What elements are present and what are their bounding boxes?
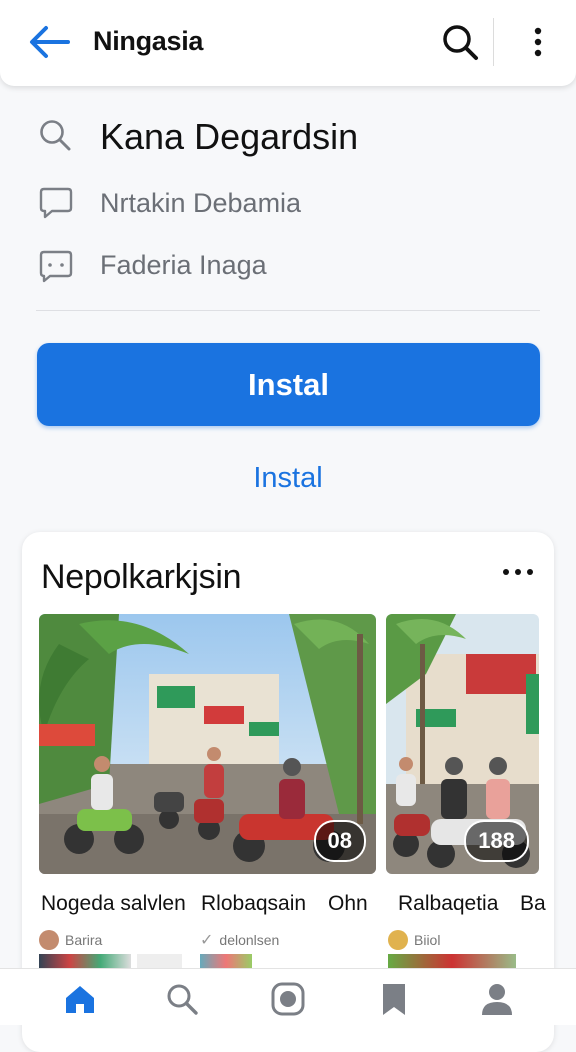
suggestion-label: Kana Degardsin: [100, 116, 359, 157]
meta-author: Barira: [65, 932, 103, 948]
nav-profile[interactable]: [477, 979, 517, 1019]
thumbnail-strip: [200, 954, 252, 968]
app-bar: Ningasia: [0, 0, 576, 86]
avatar: [39, 930, 59, 950]
nav-camera[interactable]: [268, 979, 308, 1019]
check-icon: ✓: [200, 932, 214, 949]
search-icon: [443, 25, 478, 60]
card-title: Nepolkarkjsin: [41, 558, 242, 596]
overflow-menu-button[interactable]: [520, 20, 556, 64]
media-caption[interactable]: Ba: [520, 892, 546, 916]
search-icon: [40, 120, 71, 151]
meta-author: delonlsen: [219, 932, 280, 948]
message-icon: [39, 250, 73, 283]
media-caption[interactable]: Rlobaqsain: [201, 892, 306, 916]
media-meta: Barira: [39, 930, 102, 950]
media-count-badge: 188: [464, 820, 529, 862]
home-icon: [66, 986, 94, 1013]
divider: [36, 310, 540, 311]
bottom-navigation: [0, 968, 576, 1025]
arrow-left-icon: [30, 26, 70, 58]
install-link[interactable]: Instal: [0, 462, 576, 495]
meta-author: Biiol: [414, 932, 441, 948]
more-horizontal-icon: [503, 569, 533, 575]
nav-home[interactable]: [60, 979, 100, 1019]
nav-bookmarks[interactable]: [374, 979, 414, 1019]
card-more-button[interactable]: [498, 560, 538, 584]
appbar-divider: [493, 18, 494, 66]
search-button[interactable]: [438, 20, 482, 64]
media-meta: ✓ delonlsen: [200, 930, 279, 950]
back-button[interactable]: [24, 20, 74, 64]
media-count-badge: 08: [313, 820, 366, 862]
thumbnail-strip: [388, 954, 516, 968]
suggestion-label: Faderia Inaga: [100, 250, 267, 280]
app-title: Ningasia: [93, 26, 204, 56]
media-thumbnail[interactable]: 08: [39, 614, 376, 874]
media-thumbnail[interactable]: 188: [386, 614, 539, 874]
avatar: [388, 930, 408, 950]
more-vertical-icon: [534, 27, 542, 57]
thumbnail-strip: [137, 954, 182, 968]
chat-bubble-icon: [39, 187, 73, 219]
profile-icon: [482, 984, 512, 1015]
search-icon: [167, 984, 198, 1015]
media-meta: Biiol: [388, 930, 440, 950]
camera-icon: [271, 982, 305, 1016]
media-caption[interactable]: Ohn: [328, 892, 368, 916]
media-caption[interactable]: Ralbaqetia: [398, 892, 498, 916]
nav-search[interactable]: [162, 979, 202, 1019]
thumbnail-strip: [39, 954, 131, 968]
suggestion-label: Nrtakin Debamia: [100, 188, 302, 218]
media-caption[interactable]: Nogeda salvlen: [41, 892, 186, 916]
install-button[interactable]: Instal: [37, 343, 540, 426]
bookmark-icon: [383, 984, 405, 1015]
